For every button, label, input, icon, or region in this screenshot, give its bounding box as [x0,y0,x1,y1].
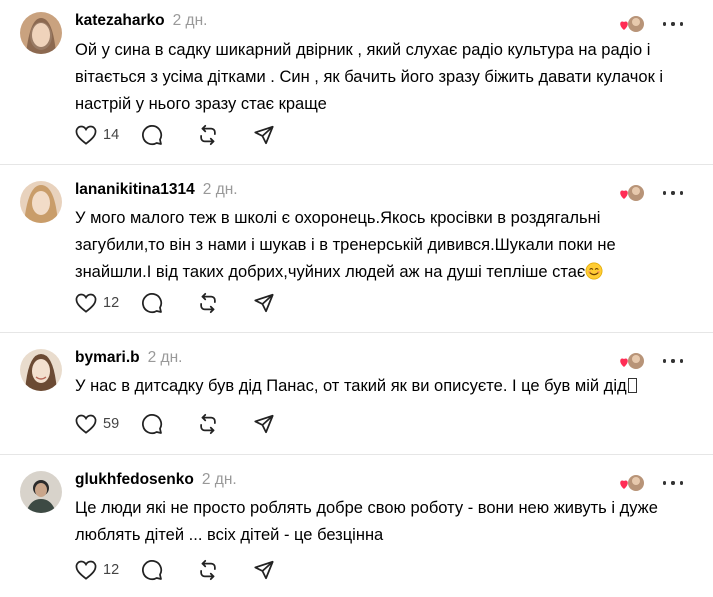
post-header: lananikitina1314 2 дн. [75,181,238,201]
author-liked-badge-icon [619,15,645,33]
like-button[interactable]: 12 [75,293,127,313]
repost-arrows-icon [200,292,216,314]
comment-bubble-icon [142,293,163,314]
smiling-face-emoji-icon [585,262,603,280]
more-dots-icon[interactable] [663,15,683,33]
username[interactable]: glukhfedosenko [75,471,194,489]
action-bar: 12 [75,558,275,582]
heart-outline-icon [75,560,97,580]
divider [0,164,713,165]
comment-button[interactable] [141,292,163,314]
action-bar: 14 [75,123,275,147]
unsupported-glyph-box-icon [627,378,637,393]
share-button[interactable] [253,559,275,581]
timestamp: 2 дн. [172,12,208,29]
divider [0,454,713,455]
timestamp: 2 дн. [201,471,237,488]
post-header: katezaharko 2 дн. [75,12,207,32]
comment-text-content: У мого малого теж в школі є охоронець.Як… [75,209,616,281]
repost-button[interactable] [197,559,219,581]
comment-button[interactable] [141,124,163,146]
send-paper-plane-icon [254,560,274,580]
repost-button[interactable] [197,413,219,435]
repost-arrows-icon [200,413,216,435]
heart-outline-icon [75,293,97,313]
post-header: glukhfedosenko 2 дн. [75,471,237,491]
more-dots-icon[interactable] [663,474,683,492]
repost-button[interactable] [197,124,219,146]
post-header: bymari.b 2 дн. [75,349,182,369]
timestamp: 2 дн. [147,349,183,366]
share-button[interactable] [253,413,275,435]
like-button[interactable]: 14 [75,125,127,145]
comment-button[interactable] [141,413,163,435]
like-button[interactable]: 12 [75,560,127,580]
author-liked-badge-icon [619,474,645,492]
comment-text: Ой у сина в садку шикарний двірник , яки… [75,41,664,113]
like-count: 14 [103,127,120,143]
timestamp: 2 дн. [202,181,238,198]
username[interactable]: bymari.b [75,349,140,367]
action-bar: 12 [75,291,275,315]
comment-text: У мого малого теж в школі є охоронець.Як… [75,205,695,286]
repost-arrows-icon [200,124,216,146]
comment-text-content: У нас в дитсадку був дід Панас, от такий… [75,377,627,395]
like-count: 12 [103,562,120,578]
share-button[interactable] [253,292,275,314]
author-liked-badge-icon [619,352,645,370]
avatar[interactable] [20,471,62,513]
action-bar: 59 [75,412,275,436]
heart-outline-icon [75,125,97,145]
more-dots-icon[interactable] [663,352,683,370]
repost-arrows-icon [200,559,216,581]
repost-button[interactable] [197,292,219,314]
share-button[interactable] [253,124,275,146]
avatar[interactable] [20,181,62,223]
comment-text: Це люди які не просто роблять добре свою… [75,499,658,544]
avatar[interactable] [20,12,62,54]
comment-bubble-icon [142,125,163,146]
comment-button[interactable] [141,559,163,581]
more-dots-icon[interactable] [663,184,683,202]
like-count: 12 [103,295,120,311]
comment-bubble-icon [142,414,163,435]
like-count: 59 [103,416,120,432]
like-button[interactable]: 59 [75,414,127,434]
send-paper-plane-icon [254,293,274,313]
comment-bubble-icon [142,560,163,581]
send-paper-plane-icon [254,125,274,145]
username[interactable]: lananikitina1314 [75,181,195,199]
author-liked-badge-icon [619,184,645,202]
username[interactable]: katezaharko [75,12,165,30]
avatar[interactable] [20,349,62,391]
heart-outline-icon [75,414,97,434]
send-paper-plane-icon [254,414,274,434]
divider [0,332,713,333]
comment-text: У нас в дитсадку був дід Панас, от такий… [75,373,695,400]
